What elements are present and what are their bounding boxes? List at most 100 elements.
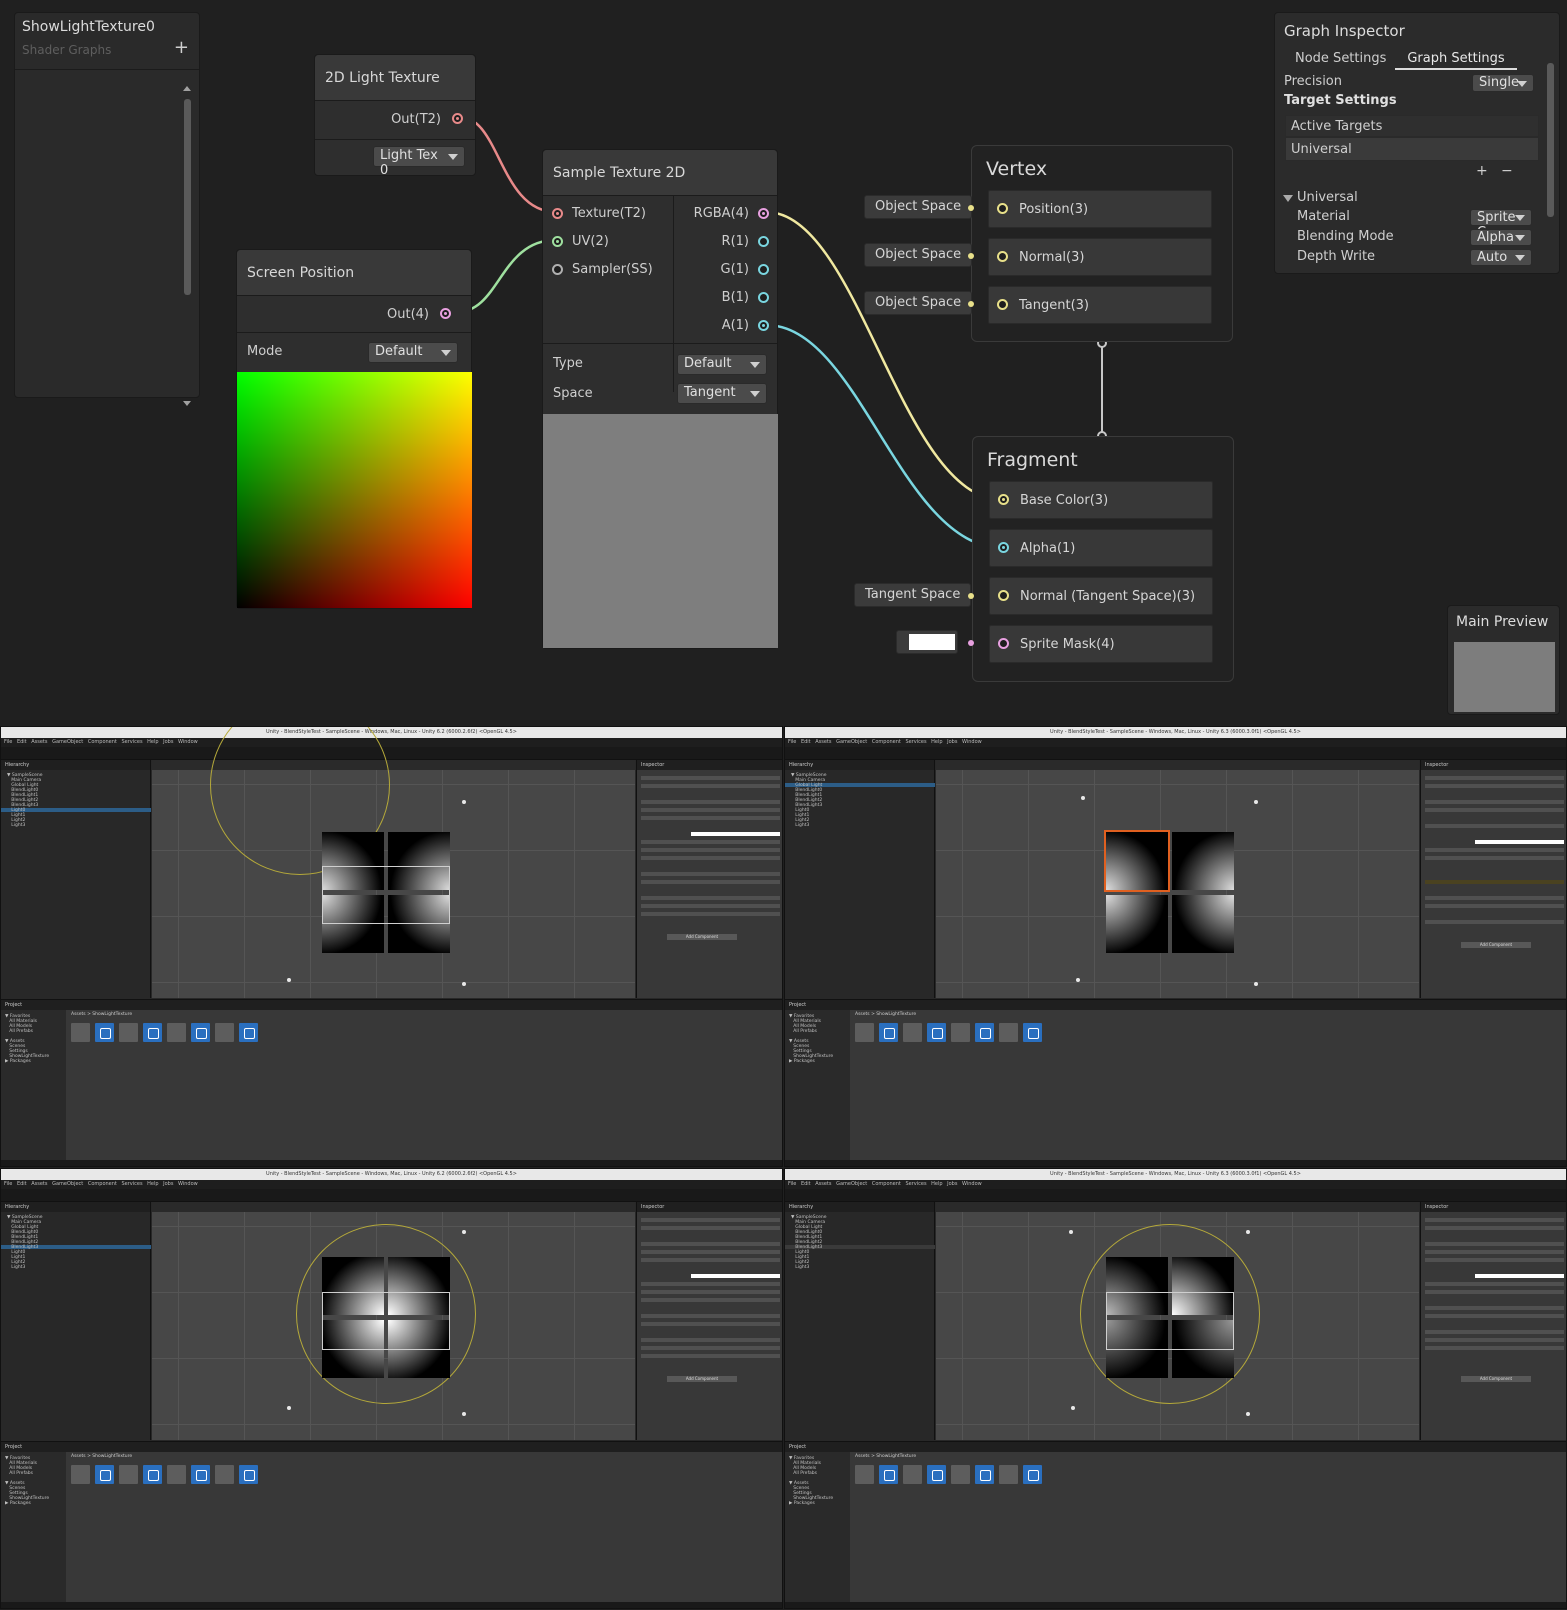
fragment-block-alpha[interactable]: Alpha(1) xyxy=(989,529,1213,567)
hierarchy-panel[interactable]: Hierarchy ▼ SampleScene Main Camera Glob… xyxy=(785,1202,935,1440)
project-panel[interactable]: Project ▼ Favorites All Materials All Mo… xyxy=(1,999,782,1166)
shader-graph-asset-icon[interactable] xyxy=(191,1465,210,1484)
shader-graph-asset-icon[interactable] xyxy=(191,1023,210,1042)
folder-list[interactable]: ▼ Favorites All Materials All Models All… xyxy=(5,1456,49,1506)
light-icon[interactable] xyxy=(1254,800,1258,804)
add-component-button[interactable]: Add Component xyxy=(1461,942,1531,948)
shader-graph-asset-icon[interactable] xyxy=(879,1023,898,1042)
asset-thumbnail[interactable] xyxy=(999,1023,1018,1042)
shader-graph-asset-icon[interactable] xyxy=(879,1465,898,1484)
breadcrumb[interactable]: Assets > ShowLightTexture xyxy=(855,1454,916,1459)
project-panel[interactable]: Project ▼ Favorites All Materials All Mo… xyxy=(785,999,1566,1166)
inspector-tab[interactable]: Inspector xyxy=(637,1202,782,1212)
scene-view[interactable] xyxy=(152,727,635,998)
shader-graph-asset-icon[interactable] xyxy=(143,1023,162,1042)
input-port[interactable] xyxy=(998,494,1009,505)
light-icon[interactable] xyxy=(287,1406,291,1410)
inspector-tab[interactable]: Inspector xyxy=(1421,1202,1566,1212)
hierarchy-panel[interactable]: Hierarchy ▼ SampleScene Main Camera Glob… xyxy=(1,1202,151,1440)
input-port[interactable] xyxy=(998,542,1009,553)
node-screen-position[interactable]: Screen Position Out(4) Mode Default xyxy=(236,249,472,609)
tab-node-settings[interactable]: Node Settings xyxy=(1295,51,1386,66)
output-port[interactable] xyxy=(452,113,463,124)
hierarchy-tab[interactable]: Hierarchy xyxy=(1,1202,150,1212)
target-item-universal[interactable]: Universal xyxy=(1291,142,1352,157)
scroll-up-icon[interactable] xyxy=(183,86,191,91)
shader-graph-asset-icon[interactable] xyxy=(1023,1465,1042,1484)
sprite-quad[interactable] xyxy=(1172,895,1234,953)
asset-thumbnail[interactable] xyxy=(215,1023,234,1042)
material-dropdown[interactable]: Sprite C xyxy=(1470,209,1532,240)
breadcrumb[interactable]: Assets > ShowLightTexture xyxy=(71,1012,132,1017)
blending-mode-dropdown[interactable]: Alpha xyxy=(1470,229,1532,246)
shader-graph-canvas[interactable]: ShowLightTexture0 Shader Graphs + 2D Lig… xyxy=(0,0,1567,725)
folder-list[interactable]: ▼ Favorites All Materials All Models All… xyxy=(789,1014,833,1064)
shader-graph-asset-icon[interactable] xyxy=(927,1465,946,1484)
light-texture-dropdown[interactable]: Light Tex 0 xyxy=(373,146,465,178)
asset-thumbnail[interactable] xyxy=(855,1023,874,1042)
breadcrumb[interactable]: Assets > ShowLightTexture xyxy=(855,1012,916,1017)
inspector-tab[interactable]: Inspector xyxy=(1421,760,1566,770)
menu-bar[interactable]: File Edit Assets GameObject Component Se… xyxy=(1,1180,782,1189)
asset-thumbnail[interactable] xyxy=(167,1023,186,1042)
add-component-button[interactable]: Add Component xyxy=(667,934,737,940)
hierarchy-tree[interactable]: ▼ SampleScene Main Camera Global Light B… xyxy=(7,1215,42,1270)
scene-view[interactable] xyxy=(936,1202,1419,1440)
asset-thumbnail[interactable] xyxy=(119,1023,138,1042)
scene-view[interactable] xyxy=(936,760,1419,998)
add-component-button[interactable]: Add Component xyxy=(1461,1376,1531,1382)
project-tab[interactable]: Project xyxy=(1,1000,782,1010)
asset-thumbnail[interactable] xyxy=(215,1465,234,1484)
add-target-button[interactable]: + xyxy=(1476,163,1488,179)
vertex-context[interactable]: Vertex Position(3) Normal(3) Tangent(3) xyxy=(971,145,1233,342)
main-preview-viewport[interactable] xyxy=(1454,642,1555,712)
graph-inspector-panel[interactable]: Graph Inspector Node Settings Graph Sett… xyxy=(1274,12,1560,274)
input-port[interactable] xyxy=(997,251,1008,262)
object-space-chip[interactable]: Object Space xyxy=(864,243,973,267)
vertex-block-normal[interactable]: Normal(3) xyxy=(988,238,1212,276)
light-icon[interactable] xyxy=(287,978,291,982)
vertex-block-position[interactable]: Position(3) xyxy=(988,190,1212,228)
hierarchy-tree[interactable]: ▼ SampleScene Main Camera Global Light B… xyxy=(791,773,826,828)
fragment-block-sprite-mask[interactable]: Sprite Mask(4) xyxy=(989,625,1213,663)
light-icon[interactable] xyxy=(462,1230,466,1234)
remove-target-button[interactable]: − xyxy=(1501,163,1513,179)
object-space-chip[interactable]: Object Space xyxy=(864,195,973,219)
input-port[interactable] xyxy=(998,590,1009,601)
menu-bar[interactable]: File Edit Assets GameObject Component Se… xyxy=(1,738,782,747)
hierarchy-tree[interactable]: ▼ SampleScene Main Camera Global Light B… xyxy=(791,1215,826,1270)
blackboard-panel[interactable]: ShowLightTexture0 Shader Graphs + xyxy=(14,12,200,406)
light-icon[interactable] xyxy=(1071,1406,1075,1410)
light-icon[interactable] xyxy=(1076,978,1080,982)
asset-thumbnail[interactable] xyxy=(903,1023,922,1042)
fragment-context[interactable]: Fragment Base Color(3) Alpha(1) Normal (… xyxy=(972,436,1234,682)
uv-input-port[interactable] xyxy=(552,236,563,247)
scene-view[interactable] xyxy=(152,1202,635,1440)
main-preview-panel[interactable]: Main Preview xyxy=(1447,605,1560,715)
rgba-output-port[interactable] xyxy=(758,208,769,219)
mode-dropdown[interactable]: Default xyxy=(368,342,458,363)
blackboard-scrollbar[interactable] xyxy=(184,99,191,295)
hierarchy-tab[interactable]: Hierarchy xyxy=(785,1202,934,1212)
add-component-button[interactable]: Add Component xyxy=(667,1376,737,1382)
shader-graph-asset-icon[interactable] xyxy=(975,1023,994,1042)
b-output-port[interactable] xyxy=(758,292,769,303)
texture-input-port[interactable] xyxy=(552,208,563,219)
color-field[interactable] xyxy=(691,1274,780,1278)
type-dropdown[interactable]: Default xyxy=(677,354,767,375)
light-icon[interactable] xyxy=(1246,1412,1250,1416)
output-port[interactable] xyxy=(440,308,451,319)
shader-graph-asset-icon[interactable] xyxy=(1023,1023,1042,1042)
hierarchy-tab[interactable]: Hierarchy xyxy=(1,760,150,770)
asset-thumbnail[interactable] xyxy=(167,1465,186,1484)
sprite-quad-selected[interactable] xyxy=(1104,830,1170,892)
folder-list[interactable]: ▼ Favorites All Materials All Models All… xyxy=(5,1014,49,1064)
light-icon[interactable] xyxy=(1246,1230,1250,1234)
inspector-panel[interactable]: Inspector Add Component xyxy=(636,1202,782,1440)
inspector-panel[interactable]: Inspector Add Component xyxy=(636,760,782,998)
color-field[interactable] xyxy=(691,832,780,836)
project-panel[interactable]: Project ▼ Favorites All Materials All Mo… xyxy=(785,1441,1566,1608)
tab-graph-settings[interactable]: Graph Settings xyxy=(1395,51,1517,70)
fragment-block-normal[interactable]: Normal (Tangent Space)(3) xyxy=(989,577,1213,615)
project-tab[interactable]: Project xyxy=(785,1000,1566,1010)
